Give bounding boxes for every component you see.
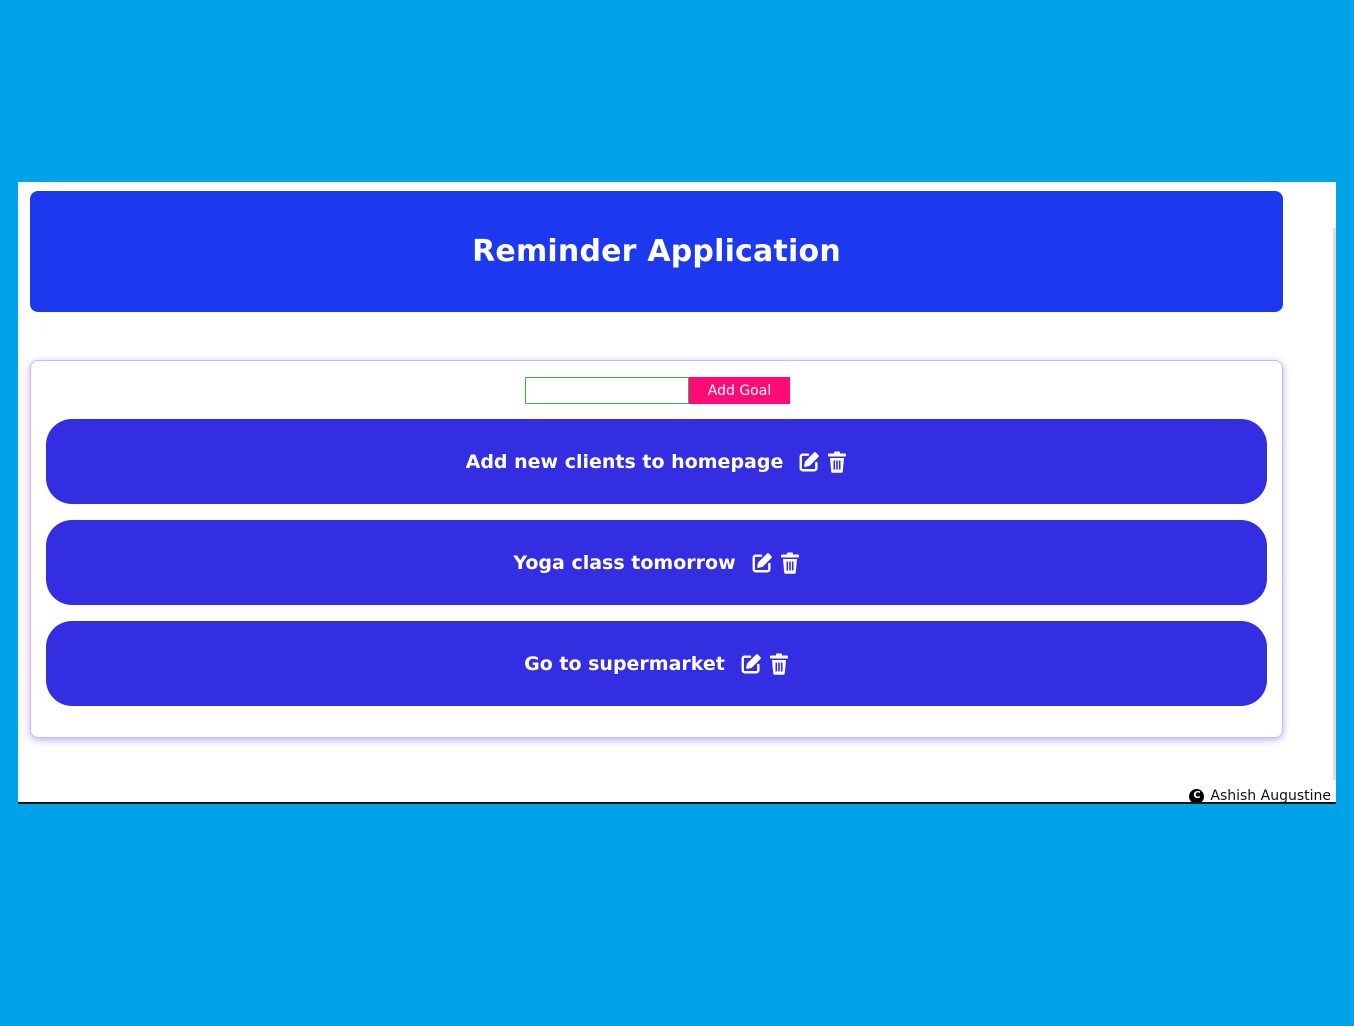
- trash-icon[interactable]: [780, 552, 800, 574]
- goal-text: Yoga class tomorrow: [513, 551, 736, 574]
- footer: C Ashish Augustine: [1189, 788, 1331, 804]
- trash-icon[interactable]: [827, 451, 847, 473]
- goal-text: Go to supermarket: [524, 652, 725, 675]
- goals-card: Add Goal Add new clients to homepage Yog…: [30, 360, 1283, 738]
- app-window: Reminder Application Add Goal Add new cl…: [18, 182, 1336, 804]
- scrollbar[interactable]: [1333, 228, 1336, 780]
- app-header: Reminder Application: [30, 191, 1283, 312]
- add-goal-button[interactable]: Add Goal: [689, 377, 790, 404]
- goal-item: Yoga class tomorrow: [46, 520, 1267, 605]
- goal-text: Add new clients to homepage: [465, 450, 784, 473]
- goal-input[interactable]: [525, 377, 689, 404]
- edit-icon[interactable]: [740, 653, 762, 675]
- edit-icon[interactable]: [751, 552, 773, 574]
- edit-icon[interactable]: [798, 451, 820, 473]
- author-name: Ashish Augustine: [1210, 788, 1331, 804]
- goal-item: Go to supermarket: [46, 621, 1267, 706]
- page-title: Reminder Application: [472, 234, 841, 269]
- add-goal-form: Add Goal: [525, 377, 790, 404]
- copyright-icon: C: [1189, 788, 1205, 802]
- trash-icon[interactable]: [769, 653, 789, 675]
- goal-item: Add new clients to homepage: [46, 419, 1267, 504]
- goal-list: Add new clients to homepage Yoga class t…: [46, 419, 1267, 722]
